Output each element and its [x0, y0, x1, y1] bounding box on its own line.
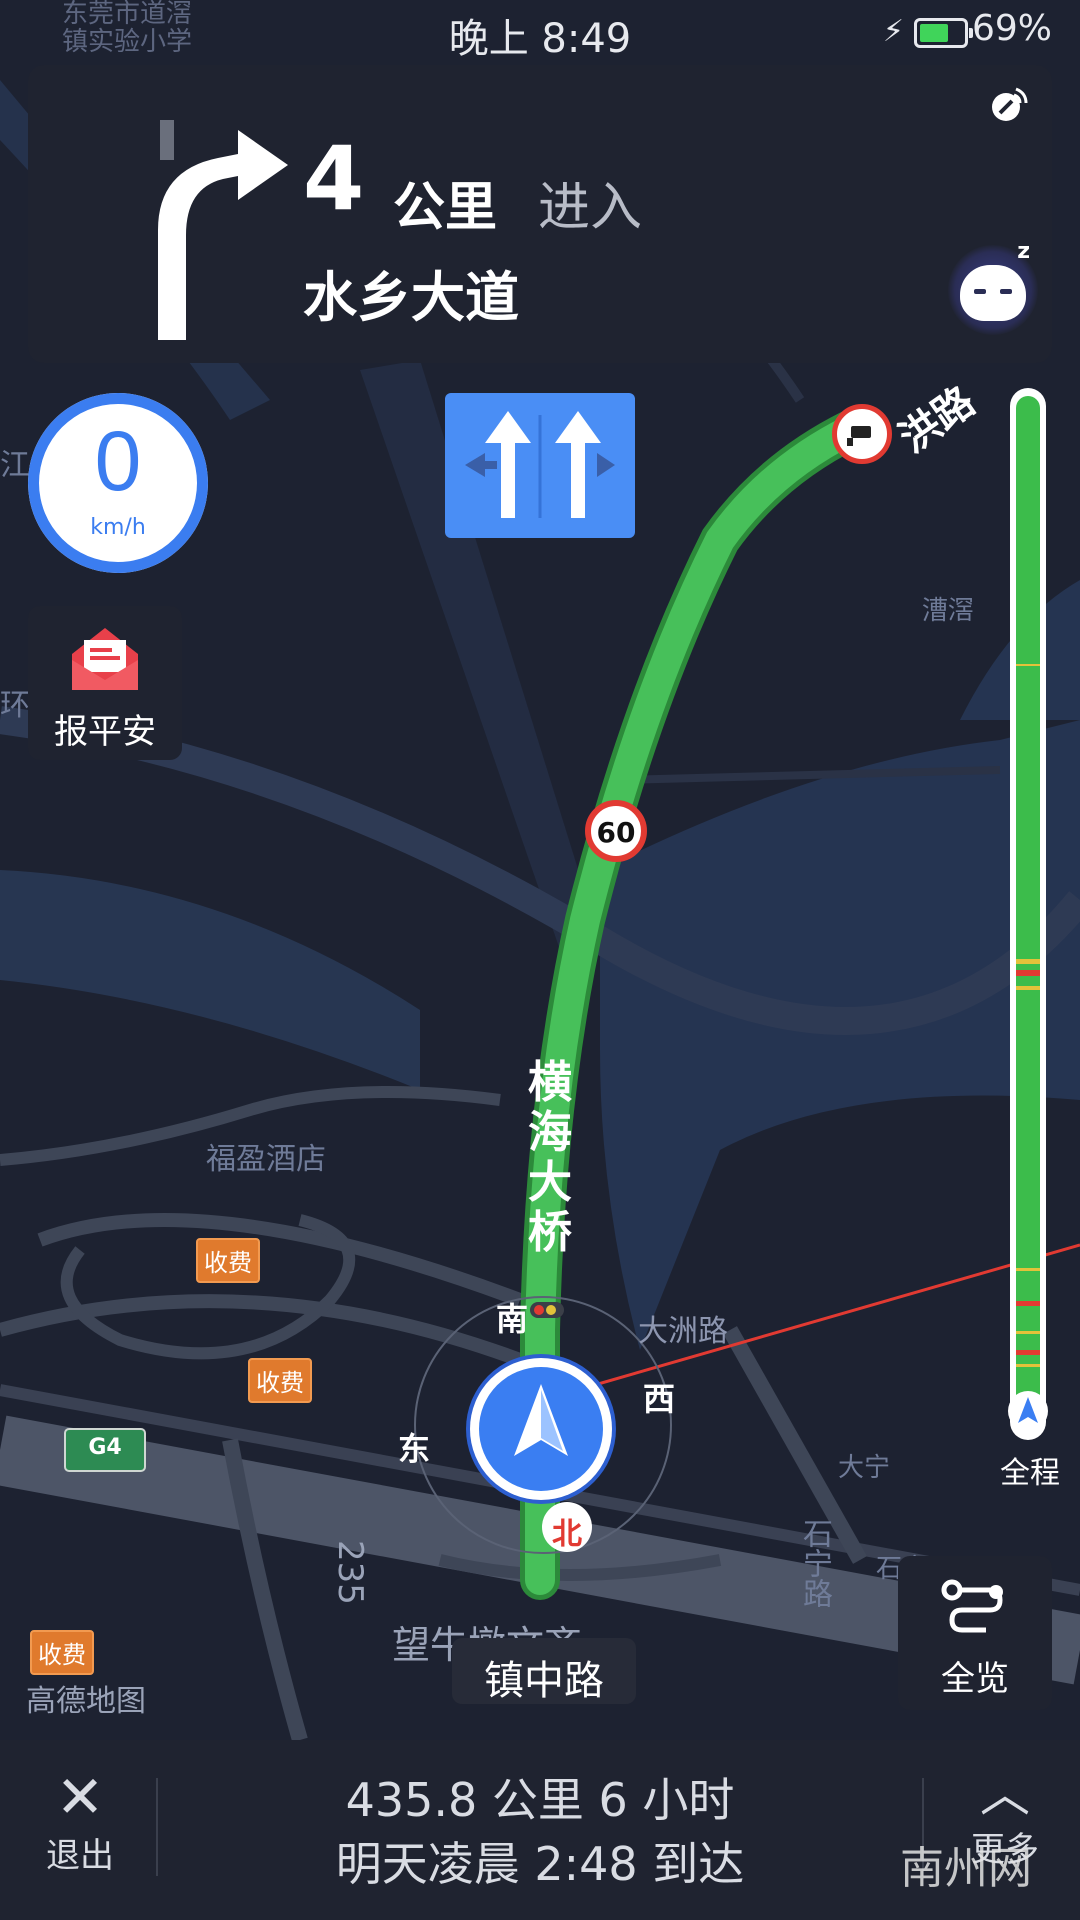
- battery-percent: 69%: [971, 8, 1052, 49]
- camera-icon: [832, 404, 892, 464]
- route-progress-fill: [1016, 396, 1040, 1408]
- exit-button[interactable]: ✕ 退出: [40, 1766, 120, 1877]
- map-label-left-2: 环: [0, 688, 30, 723]
- map-label-brand: 高德地图: [26, 1684, 146, 1719]
- route-overview-icon: [941, 1579, 1003, 1633]
- gps-signal-icon: [992, 87, 1028, 121]
- sleeping-robot-icon[interactable]: z: [948, 239, 1038, 335]
- compass-west: 西: [643, 1380, 676, 1418]
- map-label-caoxi: 漕滘: [922, 596, 975, 626]
- map-label-shining-road: 石宁路: [797, 1518, 832, 1608]
- lane-straight-icon: [465, 411, 615, 518]
- speedometer: 0 km/h: [28, 393, 208, 573]
- progress-label: 全程: [1000, 1456, 1060, 1491]
- trip-distance-time: 435.8 公里 6 小时: [345, 1773, 735, 1827]
- vehicle-position-icon: [470, 1358, 612, 1500]
- map-label-left-1: 江: [0, 448, 30, 483]
- bolt-icon: ⚡: [882, 14, 904, 49]
- map-label-road-235: 235: [330, 1540, 370, 1605]
- guidance-road-name: 水乡大道: [303, 266, 519, 329]
- guidance-distance-unit: 公里: [393, 178, 498, 238]
- compass-south: 南: [496, 1300, 529, 1338]
- guidance-card[interactable]: 4 公里 进入 水乡大道 z: [28, 65, 1052, 363]
- watermark-logo: 南州网: [900, 1843, 1032, 1894]
- map-label-dazhou-road: 大洲路: [638, 1314, 728, 1349]
- toll-marker: 收费: [196, 1238, 260, 1283]
- speed-limit-sign: 60: [585, 800, 647, 862]
- report-safety-button[interactable]: 报平安: [28, 606, 182, 760]
- status-bar: 东莞市道滘 镇实验小学 晚上 8:49 ⚡ 69%: [0, 0, 1080, 62]
- battery-icon: [914, 18, 973, 48]
- chevron-up-icon: ︿: [980, 1765, 1030, 1823]
- route-overview-button[interactable]: 全览: [898, 1556, 1052, 1710]
- guidance-action: 进入: [538, 178, 643, 238]
- close-icon: ✕: [55, 1763, 105, 1831]
- compass-east: 东: [398, 1430, 431, 1468]
- compass-north: 北: [542, 1502, 592, 1552]
- route-road-label: 横海大桥: [528, 1057, 572, 1258]
- guidance-distance: 4: [303, 127, 365, 230]
- traffic-light-icon: [530, 1302, 564, 1318]
- toll-marker: 收费: [30, 1630, 94, 1675]
- current-road-label: 镇中路: [452, 1638, 636, 1704]
- toll-marker: 收费: [248, 1358, 312, 1403]
- lane-guidance: [445, 393, 635, 538]
- expressway-shield: G4: [64, 1428, 146, 1472]
- progress-vehicle-icon: [1008, 1391, 1048, 1431]
- map-label-daning: 大宁: [838, 1453, 891, 1483]
- map-label-hotel: 福盈酒店: [206, 1142, 326, 1177]
- trip-eta: 明天凌晨 2:48 到达: [335, 1837, 745, 1891]
- envelope-icon: [72, 628, 138, 690]
- route-progress-bar[interactable]: 全程: [1000, 388, 1060, 1491]
- turn-right-arrow-icon: [158, 120, 288, 340]
